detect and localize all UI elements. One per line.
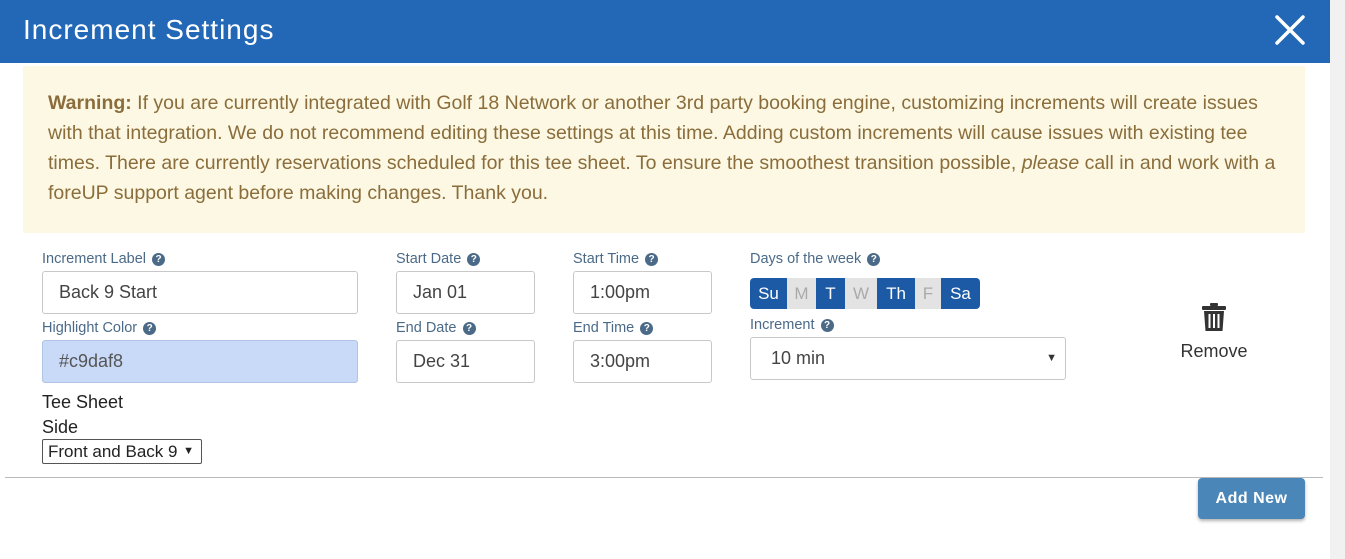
add-new-button[interactable]: Add New — [1198, 478, 1305, 519]
start-time-input[interactable]: 1:00pm — [573, 271, 712, 314]
increment-label-input[interactable]: Back 9 Start — [42, 271, 358, 314]
dropdown-arrow-icon: ▼ — [1046, 352, 1057, 364]
remove-button[interactable]: Remove — [1172, 302, 1256, 362]
start-date-caption: Start Date ? — [396, 251, 481, 267]
help-icon[interactable]: ? — [645, 253, 659, 266]
tee-sheet-side-select[interactable]: Front and Back 9 ▼ — [42, 439, 202, 464]
increment-caption: Increment ? — [750, 317, 834, 333]
help-icon[interactable]: ? — [467, 253, 481, 266]
day-toggle-su[interactable]: Su — [750, 278, 787, 309]
day-toggle-w[interactable]: W — [845, 278, 877, 309]
day-toggle-m[interactable]: M — [787, 278, 816, 309]
scrollbar[interactable] — [1330, 0, 1345, 559]
help-icon[interactable]: ? — [143, 322, 157, 335]
help-icon[interactable]: ? — [152, 253, 166, 266]
end-date-input[interactable]: Dec 31 — [396, 340, 535, 383]
help-icon[interactable]: ? — [820, 319, 834, 332]
help-icon[interactable]: ? — [462, 322, 476, 335]
tee-sheet-side-label-line1: Tee Sheet — [42, 392, 124, 412]
trash-icon — [1202, 303, 1226, 331]
highlight-color-caption: Highlight Color ? — [42, 320, 157, 336]
increment-select[interactable]: 10 min ▼ — [750, 337, 1066, 380]
highlight-color-input[interactable]: #c9daf8 — [42, 340, 358, 383]
modal-title: Increment Settings — [23, 14, 275, 45]
day-toggle-sa[interactable]: Sa — [941, 278, 980, 309]
warning-label: Warning: — [48, 92, 132, 114]
tee-sheet-side-label-line2: Side — [42, 417, 79, 437]
increment-label-caption: Increment Label ? — [42, 251, 166, 267]
day-toggle-t[interactable]: T — [816, 278, 845, 309]
modal-header: Increment Settings — [0, 0, 1330, 63]
dropdown-arrow-icon: ▼ — [183, 445, 194, 457]
divider — [5, 477, 1323, 478]
end-date-caption: End Date ? — [396, 320, 476, 336]
help-icon[interactable]: ? — [640, 322, 654, 335]
start-time-caption: Start Time ? — [573, 251, 659, 267]
help-icon[interactable]: ? — [867, 253, 881, 266]
end-time-input[interactable]: 3:00pm — [573, 340, 712, 383]
remove-label: Remove — [1180, 341, 1248, 361]
day-toggle-th[interactable]: Th — [877, 278, 915, 309]
warning-alert: Warning: If you are currently integrated… — [23, 66, 1305, 233]
warning-emphasis: please — [1021, 152, 1080, 174]
day-toggle-f[interactable]: F — [915, 278, 941, 309]
start-date-input[interactable]: Jan 01 — [396, 271, 535, 314]
end-time-caption: End Time ? — [573, 320, 654, 336]
close-icon[interactable] — [1272, 12, 1308, 48]
days-of-week-caption: Days of the week ? — [750, 251, 881, 267]
days-of-week-toggle: Su M T W Th F Sa — [750, 278, 980, 309]
